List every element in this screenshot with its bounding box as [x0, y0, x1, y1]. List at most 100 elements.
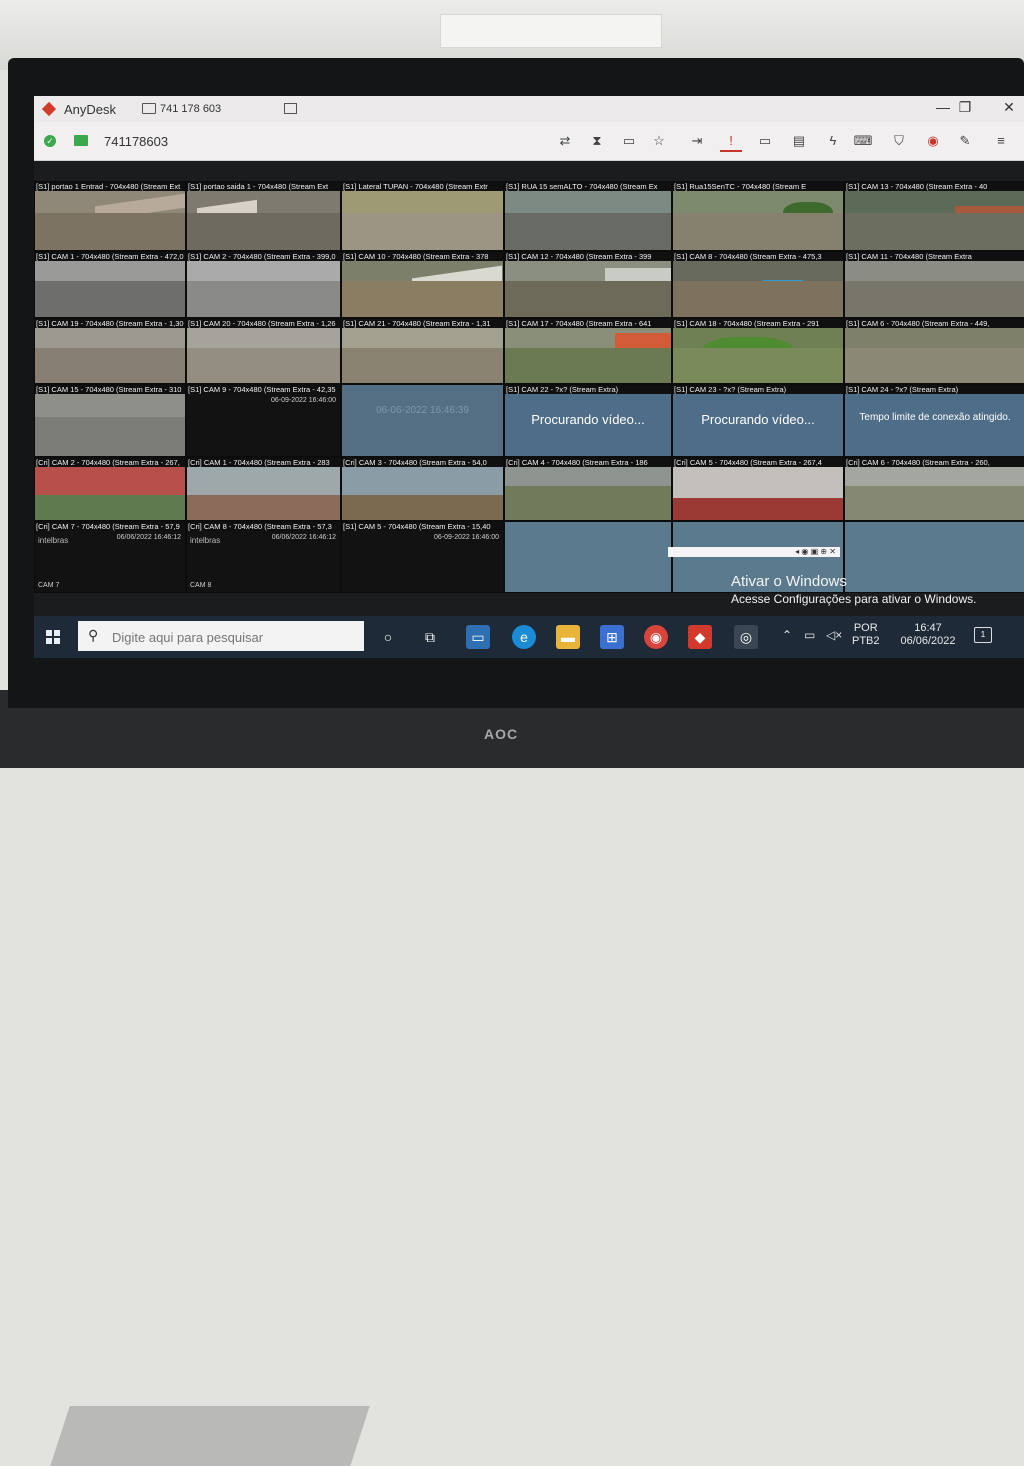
- camera-tile[interactable]: [S1] CAM 8 - 704x480 (Stream Extra - 475…: [672, 251, 844, 318]
- screen: AnyDesk 741 178 603 — ❐ ✕ ✓ 741178603 ⇄ ⧗…: [34, 96, 1024, 658]
- camera-tile[interactable]: [S1] CAM 12 - 704x480 (Stream Extra - 39…: [504, 251, 672, 318]
- camera-title: [S1] CAM 8 - 704x480 (Stream Extra - 475…: [673, 252, 843, 261]
- transfer-icon[interactable]: ⇄: [554, 132, 576, 150]
- chevron-up-icon[interactable]: ⌃: [782, 628, 792, 642]
- camera-tile[interactable]: [S1] CAM 10 - 704x480 (Stream Extra - 37…: [341, 251, 504, 318]
- camera-tile[interactable]: [Cri] CAM 8 - 704x480 (Stream Extra - 57…: [186, 521, 341, 593]
- camera-title: [S1] CAM 12 - 704x480 (Stream Extra - 39…: [505, 252, 671, 261]
- camera-title: [Cri] CAM 2 - 704x480 (Stream Extra - 26…: [35, 458, 185, 467]
- chat-icon[interactable]: ▭: [618, 132, 640, 150]
- camera-timestamp: 06/06/2022 16:46:12: [271, 534, 336, 541]
- volume-muted-icon[interactable]: ◁×: [826, 628, 842, 642]
- camera-tile[interactable]: [S1] CAM 15 - 704x480 (Stream Extra - 31…: [34, 384, 186, 457]
- taskbar-search[interactable]: ⚲: [78, 621, 364, 651]
- camera-timestamp: 06-09-2022 16:46:00: [271, 397, 336, 404]
- notification-icon[interactable]: 1: [974, 627, 992, 643]
- lightning-icon[interactable]: ϟ: [822, 132, 844, 150]
- intelbras-logo: intelbras: [190, 536, 221, 545]
- playback-controls[interactable]: ◂ ◉ ▣ ⊕ ✕: [668, 547, 840, 557]
- camera-title: [Cri] CAM 8 - 704x480 (Stream Extra - 57…: [187, 522, 340, 531]
- camera-tile[interactable]: [S1] RUA 15 semALTO - 704x480 (Stream Ex: [504, 181, 672, 251]
- keyboard-icon[interactable]: ⌨: [852, 132, 874, 150]
- camera-tile-empty[interactable]: 06-06-2022 16:46:39: [341, 384, 504, 457]
- camera-tile[interactable]: [S1] CAM 23 - ?x? (Stream Extra) Procura…: [672, 384, 844, 457]
- camera-tile[interactable]: [S1] CAM 13 - 704x480 (Stream Extra - 40: [844, 181, 1024, 251]
- maximize-button[interactable]: ❐: [954, 99, 976, 116]
- task-view-icon[interactable]: ⧉: [418, 625, 442, 649]
- shield-icon[interactable]: ⛉: [888, 132, 910, 150]
- windows-start-icon[interactable]: [46, 630, 60, 644]
- hourglass-icon[interactable]: ⧗: [586, 132, 608, 150]
- switch-icon[interactable]: ⇥: [686, 132, 708, 150]
- pen-icon[interactable]: ✎: [954, 132, 976, 150]
- message-icon[interactable]: ▤: [788, 132, 810, 150]
- taskbar-clock[interactable]: 16:47 06/06/2022: [896, 622, 960, 648]
- camera-tile[interactable]: [Cri] CAM 5 - 704x480 (Stream Extra - 26…: [672, 457, 844, 521]
- camera-tile[interactable]: [S1] CAM 18 - 704x480 (Stream Extra - 29…: [672, 318, 844, 384]
- status-message: Procurando vídeo...: [701, 411, 815, 427]
- camera-tile[interactable]: [Cri] CAM 2 - 704x480 (Stream Extra - 26…: [34, 457, 186, 521]
- new-tab-icon[interactable]: [284, 103, 297, 114]
- camera-tile[interactable]: [S1] portao 1 Entrad - 704x480 (Stream E…: [34, 181, 186, 251]
- camera-tile[interactable]: [Cri] CAM 6 - 704x480 (Stream Extra - 26…: [844, 457, 1024, 521]
- camera-title: [S1] CAM 13 - 704x480 (Stream Extra - 40: [845, 182, 1024, 191]
- paper-stack: [50, 1406, 370, 1466]
- camera-title: [Cri] CAM 6 - 704x480 (Stream Extra - 26…: [845, 458, 1024, 467]
- tape-strip: [440, 14, 662, 48]
- search-icon: ⚲: [88, 627, 99, 643]
- camera-tile[interactable]: [S1] CAM 1 - 704x480 (Stream Extra - 472…: [34, 251, 186, 318]
- camera-tile[interactable]: [S1] CAM 9 - 704x480 (Stream Extra - 42,…: [186, 384, 341, 457]
- camera-tile[interactable]: [S1] CAM 17 - 704x480 (Stream Extra - 64…: [504, 318, 672, 384]
- camera-tile[interactable]: [S1] CAM 20 - 704x480 (Stream Extra - 1,…: [186, 318, 341, 384]
- monitor-app-icon[interactable]: ▭: [466, 625, 490, 649]
- camera-tile[interactable]: [S1] CAM 6 - 704x480 (Stream Extra - 449…: [844, 318, 1024, 384]
- camera-title: [S1] CAM 17 - 704x480 (Stream Extra - 64…: [505, 319, 671, 328]
- camera-title: [S1] CAM 23 - ?x? (Stream Extra): [673, 385, 843, 394]
- camera-grid: [S1] portao 1 Entrad - 704x480 (Stream E…: [34, 181, 1024, 616]
- actions-icon[interactable]: !: [720, 132, 742, 152]
- camera-tile[interactable]: [Cri] CAM 4 - 704x480 (Stream Extra - 18…: [504, 457, 672, 521]
- edge-icon[interactable]: e: [512, 625, 536, 649]
- camera-title: [S1] portao saida 1 - 704x480 (Stream Ex…: [187, 182, 340, 191]
- record-icon[interactable]: ◉: [922, 132, 944, 150]
- camera-title: [S1] CAM 20 - 704x480 (Stream Extra - 1,…: [187, 319, 340, 328]
- file-explorer-icon[interactable]: ▬: [556, 625, 580, 649]
- camera-tile[interactable]: [Cri] CAM 3 - 704x480 (Stream Extra - 54…: [341, 457, 504, 521]
- star-icon[interactable]: ☆: [648, 132, 670, 150]
- menu-icon[interactable]: ≡: [990, 132, 1012, 150]
- camera-tile[interactable]: [Cri] CAM 1 - 704x480 (Stream Extra - 28…: [186, 457, 341, 521]
- cortana-icon[interactable]: ○: [376, 625, 400, 649]
- camera-tile[interactable]: [S1] Rua15SenTC - 704x480 (Stream E: [672, 181, 844, 251]
- activation-title: Ativar o Windows: [731, 573, 847, 590]
- close-button[interactable]: ✕: [998, 99, 1020, 116]
- chrome-icon[interactable]: ◉: [644, 625, 668, 649]
- network-icon[interactable]: ▭: [804, 628, 815, 642]
- camera-tile[interactable]: [S1] CAM 19 - 704x480 (Stream Extra - 1,…: [34, 318, 186, 384]
- camera-app-icon[interactable]: ◎: [734, 625, 758, 649]
- session-tab[interactable]: 741 178 603: [160, 103, 221, 115]
- camera-tile[interactable]: [S1] CAM 2 - 704x480 (Stream Extra - 399…: [186, 251, 341, 318]
- display-icon[interactable]: ▭: [754, 132, 776, 150]
- camera-tile[interactable]: [S1] CAM 5 - 704x480 (Stream Extra - 15,…: [341, 521, 504, 593]
- camera-title: [S1] CAM 11 - 704x480 (Stream Extra: [845, 252, 1024, 261]
- camera-tile[interactable]: [S1] Lateral TUPAN - 704x480 (Stream Ext…: [341, 181, 504, 251]
- minimize-button[interactable]: —: [932, 99, 954, 115]
- camera-tile[interactable]: [Cri] CAM 7 - 704x480 (Stream Extra - 57…: [34, 521, 186, 593]
- camera-tile[interactable]: [S1] CAM 21 - 704x480 (Stream Extra - 1,…: [341, 318, 504, 384]
- windows-taskbar: ⚲ ○ ⧉ ▭ e ▬ ⊞ ◉ ◆ ◎ ⌃ ▭ ◁× POR PTB2 16:4…: [34, 616, 1024, 658]
- store-icon[interactable]: ⊞: [600, 625, 624, 649]
- anydesk-taskbar-icon[interactable]: ◆: [688, 625, 712, 649]
- camera-tile[interactable]: [S1] CAM 11 - 704x480 (Stream Extra: [844, 251, 1024, 318]
- camera-title: [S1] CAM 18 - 704x480 (Stream Extra - 29…: [673, 319, 843, 328]
- camera-label: CAM 8: [190, 582, 212, 589]
- search-input[interactable]: [110, 626, 354, 648]
- camera-tile[interactable]: [S1] portao saida 1 - 704x480 (Stream Ex…: [186, 181, 341, 251]
- camera-tile-empty[interactable]: [504, 521, 672, 593]
- camera-tile[interactable]: [S1] CAM 24 - ?x? (Stream Extra) Tempo l…: [844, 384, 1024, 457]
- camera-title: [Cri] CAM 4 - 704x480 (Stream Extra - 18…: [505, 458, 671, 467]
- camera-title: [S1] CAM 21 - 704x480 (Stream Extra - 1,…: [342, 319, 503, 328]
- language-indicator[interactable]: POR PTB2: [852, 622, 880, 648]
- camera-tile[interactable]: [S1] CAM 22 - ?x? (Stream Extra) Procura…: [504, 384, 672, 457]
- status-message: Tempo limite de conexão atingido.: [859, 411, 1011, 423]
- camera-title: [S1] CAM 2 - 704x480 (Stream Extra - 399…: [187, 252, 340, 261]
